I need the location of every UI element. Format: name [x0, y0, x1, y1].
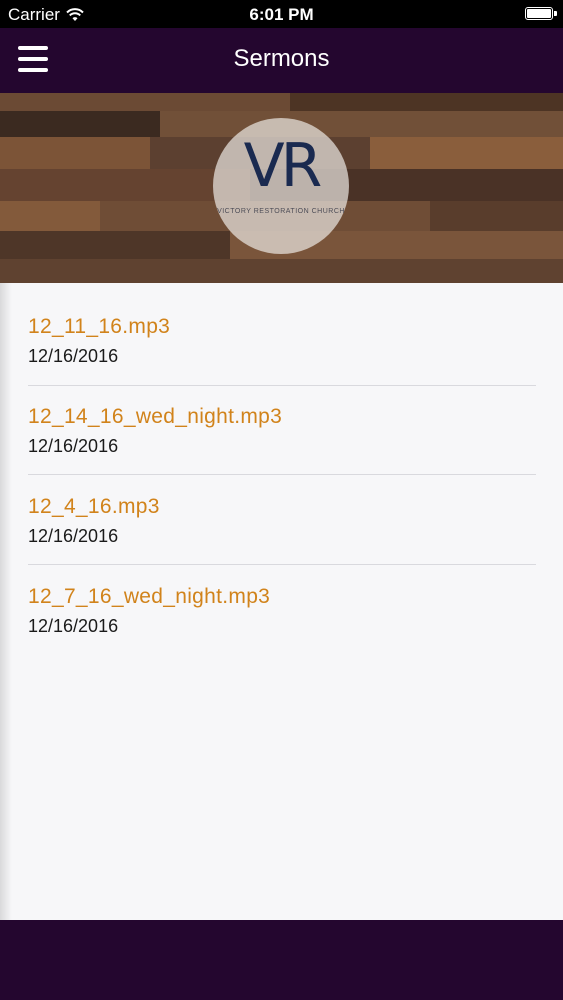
sermon-list: 12_11_16.mp3 12/16/2016 12_14_16_wed_nig… — [0, 283, 563, 920]
sermon-item[interactable]: 12_4_16.mp3 12/16/2016 — [28, 463, 536, 553]
header-banner: VR VICTORY RESTORATION CHURCH — [0, 93, 563, 283]
bottom-bar — [0, 920, 563, 1000]
sermon-date: 12/16/2016 — [28, 436, 119, 456]
status-bar: Carrier 6:01 PM — [0, 0, 563, 28]
sermon-title: 12_14_16_wed_night.mp3 — [28, 405, 283, 428]
logo-mark: VR — [243, 131, 323, 201]
nav-bar: Sermons — [0, 28, 563, 93]
status-time: 6:01 PM — [249, 5, 314, 24]
sermon-date: 12/16/2016 — [28, 616, 119, 636]
sermon-title: 12_4_16.mp3 — [28, 495, 160, 518]
sermon-title: 12_7_16_wed_night.mp3 — [28, 585, 271, 608]
page-title: Sermons — [233, 45, 330, 72]
battery-icon — [525, 7, 557, 20]
church-logo: VR VICTORY RESTORATION CHURCH — [213, 118, 349, 254]
sermon-date: 12/16/2016 — [28, 526, 119, 546]
sermon-date: 12/16/2016 — [28, 346, 119, 366]
logo-text: VICTORY RESTORATION CHURCH — [217, 208, 345, 215]
sermon-title: 12_11_16.mp3 — [28, 315, 171, 338]
sermon-item[interactable]: 12_14_16_wed_night.mp3 12/16/2016 — [28, 373, 536, 463]
sermon-item[interactable]: 12_11_16.mp3 12/16/2016 — [28, 283, 536, 373]
sermon-item[interactable]: 12_7_16_wed_night.mp3 12/16/2016 — [28, 553, 536, 643]
